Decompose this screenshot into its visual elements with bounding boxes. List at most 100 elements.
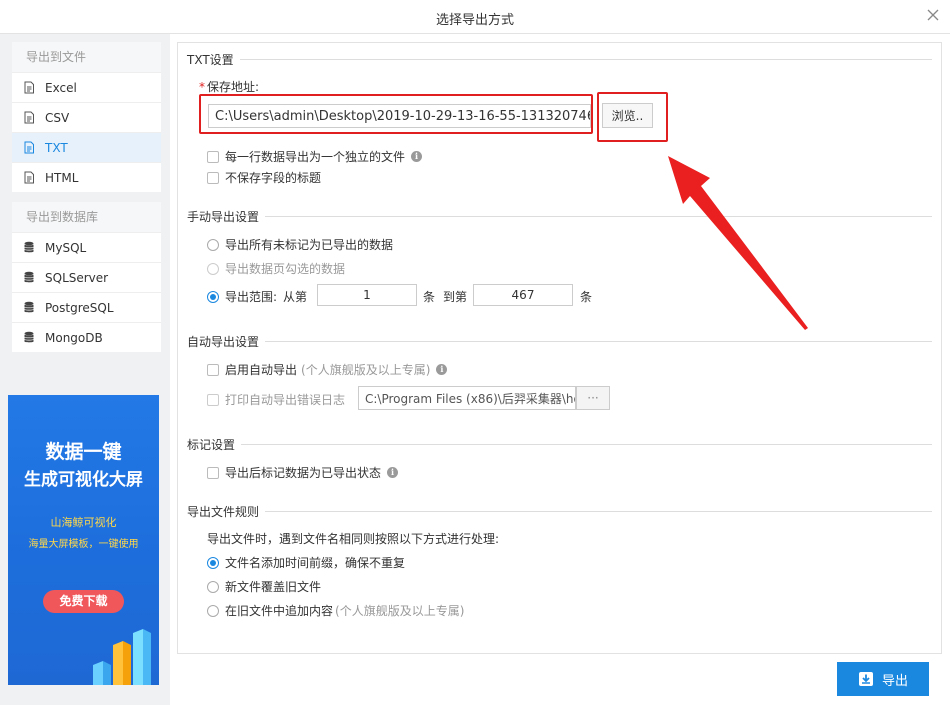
range-from-value: 1 — [363, 288, 371, 302]
option-label: 启用自动导出 — [225, 363, 298, 377]
option-label: 导出数据页勾选的数据 — [225, 262, 346, 276]
section-title: 自动导出设置 — [187, 335, 260, 349]
txt-settings-section: TXT设置 — [187, 51, 932, 68]
save-path-label: 保存地址: — [207, 80, 260, 94]
section-title: 手动导出设置 — [187, 210, 260, 224]
checkbox[interactable] — [207, 363, 219, 376]
option-label: 每一行数据导出为一个独立的文件 — [225, 150, 406, 164]
sidebar-item-mongodb[interactable]: MongoDB — [12, 322, 161, 352]
sidebar-item-mysql[interactable]: MySQL — [12, 232, 161, 262]
checkbox[interactable] — [207, 466, 219, 479]
sidebar-item-label: Excel — [45, 80, 77, 95]
info-icon[interactable]: i — [387, 467, 399, 478]
file-icon — [22, 81, 36, 95]
one-file-per-row-option[interactable]: 每一行数据导出为一个独立的文件 i — [207, 148, 423, 165]
sidebar-item-label: SQLServer — [45, 270, 109, 285]
file-rules-section: 导出文件规则 — [187, 503, 932, 520]
section-title: 导出文件规则 — [187, 505, 260, 519]
radio-button[interactable] — [207, 604, 219, 617]
dialog-titlebar: 选择导出方式 — [0, 0, 950, 34]
file-icon — [22, 141, 36, 155]
section-title: 标记设置 — [187, 438, 236, 452]
to-label: 到第 — [443, 290, 468, 304]
premium-note: (个人旗舰版及以上专属) — [301, 363, 431, 377]
file-rules-description: 导出文件时，遇到文件名相同则按照以下方式进行处理: — [207, 530, 499, 547]
option-label: 新文件覆盖旧文件 — [225, 580, 322, 594]
option-label: 不保存字段的标题 — [225, 171, 322, 185]
info-icon[interactable]: i — [436, 364, 448, 375]
promo-banner[interactable]: 数据一键 生成可视化大屏 山海鲸可视化 海量大屏模板，一键使用 免费下载 — [8, 395, 159, 685]
option-label: 导出范围: — [225, 290, 278, 304]
checkbox[interactable] — [207, 393, 219, 406]
prefix-timestamp-option[interactable]: 文件名添加时间前缀，确保不重复 — [207, 554, 405, 571]
radio-button[interactable] — [207, 262, 219, 275]
sidebar-item-html[interactable]: HTML — [12, 162, 161, 192]
log-browse-button[interactable]: ··· — [576, 386, 610, 410]
dialog-title: 选择导出方式 — [435, 13, 514, 28]
range-from-input[interactable]: 1 — [317, 284, 417, 306]
section-divider — [265, 216, 932, 217]
sidebar-item-label: MongoDB — [45, 330, 103, 345]
sidebar-item-csv[interactable]: CSV — [12, 102, 161, 132]
export-unmarked-option[interactable]: 导出所有未标记为已导出的数据 — [207, 236, 393, 253]
sidebar-item-excel[interactable]: Excel — [12, 72, 161, 102]
annotation-box-path — [199, 94, 593, 134]
export-icon — [858, 671, 874, 687]
export-checked-option[interactable]: 导出数据页勾选的数据 — [207, 260, 345, 277]
error-log-option[interactable]: 打印自动导出错误日志 — [207, 391, 345, 408]
file-export-group: 导出到文件 Excel CSV TXT HTML — [12, 42, 161, 192]
file-group-title: 导出到文件 — [12, 42, 161, 72]
section-divider — [239, 59, 932, 60]
close-icon[interactable] — [924, 6, 942, 24]
section-title: TXT设置 — [187, 53, 234, 67]
banner-tagline: 海量大屏模板，一键使用 — [28, 539, 139, 550]
log-browse-label: ··· — [587, 391, 599, 405]
db-group-title: 导出到数据库 — [12, 202, 161, 232]
export-range-option[interactable]: 导出范围: 从第 — [207, 288, 307, 305]
range-unit: 条 — [580, 288, 592, 305]
export-label: 导出 — [881, 673, 908, 689]
database-icon — [22, 331, 36, 345]
database-icon — [22, 241, 36, 255]
mark-exported-option[interactable]: 导出后标记数据为已导出状态 i — [207, 464, 399, 481]
sidebar-item-txt[interactable]: TXT — [12, 132, 161, 162]
description-text: 导出文件时，遇到文件名相同则按照以下方式进行处理: — [207, 532, 500, 546]
radio-button[interactable] — [207, 556, 219, 569]
range-to-value: 467 — [511, 288, 535, 302]
banner-brand: 山海鲸可视化 — [50, 516, 117, 529]
overwrite-option[interactable]: 新文件覆盖旧文件 — [207, 578, 321, 595]
manual-export-section: 手动导出设置 — [187, 208, 932, 225]
append-option[interactable]: 在旧文件中追加内容 (个人旗舰版及以上专属) — [207, 602, 464, 619]
error-log-path-input[interactable]: C:\Program Files (x86)\后羿采集器\ho — [358, 386, 576, 410]
sidebar-item-label: CSV — [45, 110, 70, 125]
option-label: 导出后标记数据为已导出状态 — [225, 466, 382, 480]
radio-button[interactable] — [207, 580, 219, 593]
section-divider — [265, 341, 932, 342]
info-icon[interactable]: i — [411, 151, 423, 162]
database-icon — [22, 271, 36, 285]
bar-chart-illustration — [93, 625, 159, 685]
radio-button[interactable] — [207, 290, 219, 303]
database-icon — [22, 301, 36, 315]
save-path-label-row: * 保存地址: — [199, 78, 259, 95]
option-label: 打印自动导出错误日志 — [225, 393, 346, 407]
checkbox[interactable] — [207, 171, 219, 184]
from-label: 从第 — [283, 290, 308, 304]
option-label: 文件名添加时间前缀，确保不重复 — [225, 556, 406, 570]
sidebar-item-sqlserver[interactable]: SQLServer — [12, 262, 161, 292]
file-icon — [22, 171, 36, 185]
no-field-titles-option[interactable]: 不保存字段的标题 — [207, 169, 321, 186]
range-to-input[interactable]: 467 — [473, 284, 573, 306]
range-mid-labels: 条 到第 — [423, 288, 467, 305]
radio-button[interactable] — [207, 238, 219, 251]
error-log-path: C:\Program Files (x86)\后羿采集器\ho — [365, 391, 576, 406]
export-button[interactable]: 导出 — [837, 662, 929, 696]
enable-auto-export-option[interactable]: 启用自动导出 (个人旗舰版及以上专属) i — [207, 361, 448, 378]
premium-note: (个人旗舰版及以上专属) — [335, 604, 465, 618]
sidebar-item-postgresql[interactable]: PostgreSQL — [12, 292, 161, 322]
checkbox[interactable] — [207, 150, 219, 163]
free-download-button[interactable]: 免费下载 — [43, 590, 124, 613]
sidebar-item-label: HTML — [45, 170, 79, 185]
sidebar-item-label: TXT — [45, 140, 68, 155]
mark-settings-section: 标记设置 — [187, 436, 932, 453]
